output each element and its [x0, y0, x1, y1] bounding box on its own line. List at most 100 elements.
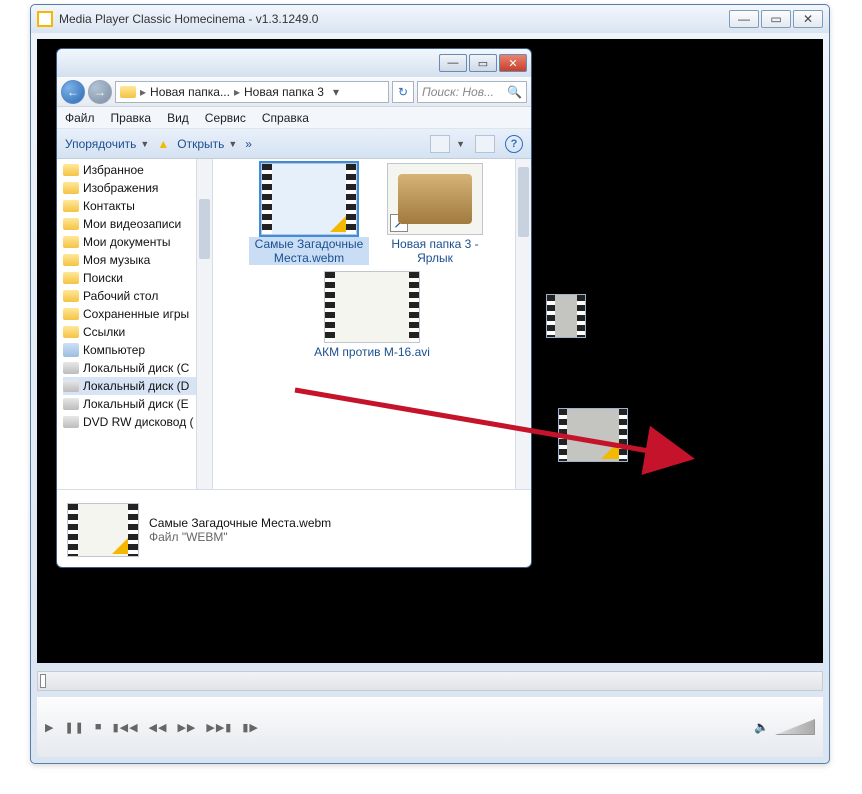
fld-icon [63, 254, 79, 266]
overlay-icon [330, 208, 354, 232]
tree-scroll-thumb[interactable] [199, 199, 210, 259]
tree-item[interactable]: Избранное [63, 161, 212, 179]
back-button[interactable]: ← [61, 80, 85, 104]
tree-item[interactable]: Поиски [63, 269, 212, 287]
tree-item-label: Контакты [83, 199, 135, 213]
mpc-controls: ▶ ❚❚ ■ ▮◀◀ ◀◀ ▶▶ ▶▶▮ ▮▶ 🔈 [37, 697, 823, 757]
tree-item[interactable]: Компьютер [63, 341, 212, 359]
explorer-menubar: Файл Правка Вид Сервис Справка [57, 107, 531, 129]
fld-icon [63, 308, 79, 320]
tree-item[interactable]: Сохраненные игры [63, 305, 212, 323]
fld-icon [63, 200, 79, 212]
items-scrollbar[interactable] [515, 159, 531, 489]
explorer-toolbar: Упорядочить ▼ ▲ Открыть ▼ » ▼ ? [57, 129, 531, 159]
preview-pane-button[interactable] [475, 135, 495, 153]
maximize-button[interactable]: ▭ [761, 10, 791, 28]
fld-icon [63, 326, 79, 338]
menu-view[interactable]: Вид [167, 111, 189, 125]
file-item[interactable]: АКМ против M-16.avi [312, 271, 432, 359]
volume-icon[interactable]: 🔈 [754, 720, 769, 734]
mpc-seekbar[interactable] [37, 671, 823, 691]
organize-button[interactable]: Упорядочить [65, 137, 136, 151]
chevron-down-icon[interactable]: ▼ [456, 139, 465, 149]
tree-item-label: Мои документы [83, 235, 170, 249]
tree-item-label: Поиски [83, 271, 123, 285]
toolbar-more[interactable]: » [245, 137, 252, 151]
menu-help[interactable]: Справка [262, 111, 309, 125]
drag-ghost-far [558, 408, 628, 462]
file-label: Новая папка 3 - Ярлык [375, 237, 495, 265]
chevron-down-icon[interactable]: ▼ [228, 139, 237, 149]
search-placeholder: Поиск: Нов... [422, 85, 494, 99]
folder-icon [120, 86, 136, 98]
explorer-titlebar[interactable]: — ▭ ✕ [57, 49, 531, 77]
tree-item[interactable]: Рабочий стол [63, 287, 212, 305]
explorer-minimize-button[interactable]: — [439, 54, 467, 72]
minimize-button[interactable]: — [729, 10, 759, 28]
items-scroll-thumb[interactable] [518, 167, 529, 237]
tree-item-label: Компьютер [83, 343, 145, 357]
tree-item[interactable]: DVD RW дисковод ( [63, 413, 212, 431]
open-button[interactable]: Открыть [177, 137, 224, 151]
tree-item[interactable]: Ссылки [63, 323, 212, 341]
tree-item-label: Изображения [83, 181, 158, 195]
drv-icon [63, 416, 79, 428]
file-thumb [324, 271, 420, 343]
help-button[interactable]: ? [505, 135, 523, 153]
file-thumb: ↗ [387, 163, 483, 235]
view-mode-button[interactable] [430, 135, 450, 153]
prev-button[interactable]: ▮◀◀ [113, 721, 139, 734]
rewind-button[interactable]: ◀◀ [149, 721, 168, 734]
tree-scrollbar[interactable] [196, 159, 212, 489]
shortcut-arrow-icon: ↗ [390, 214, 408, 232]
pause-button[interactable]: ❚❚ [64, 721, 84, 734]
step-button[interactable]: ▮▶ [242, 721, 259, 734]
crumb-sep: ▸ [234, 85, 240, 99]
play-button[interactable]: ▶ [45, 721, 54, 734]
file-item[interactable]: Самые Загадочные Места.webm [249, 163, 369, 265]
next-button[interactable]: ▶▶▮ [206, 721, 232, 734]
search-icon[interactable]: 🔍 [507, 85, 522, 99]
volume-slider[interactable] [775, 719, 815, 735]
tree-item[interactable]: Локальный диск (E [63, 395, 212, 413]
close-button[interactable]: ✕ [793, 10, 823, 28]
open-icon: ▲ [157, 137, 169, 151]
explorer-window: — ▭ ✕ ← → ▸ Новая папка... ▸ Новая папка… [56, 48, 532, 568]
details-pane: Самые Загадочные Места.webm Файл "WEBM" [57, 489, 531, 569]
drv-icon [63, 362, 79, 374]
breadcrumb-2[interactable]: Новая папка 3 [244, 85, 324, 99]
stop-button[interactable]: ■ [95, 721, 103, 733]
menu-edit[interactable]: Правка [111, 111, 152, 125]
forward-button[interactable]: ▶▶ [177, 721, 196, 734]
forward-button[interactable]: → [88, 80, 112, 104]
tree-item-label: Избранное [83, 163, 144, 177]
address-dropdown[interactable]: ▾ [328, 85, 344, 99]
tree-item[interactable]: Мои видеозаписи [63, 215, 212, 233]
breadcrumb-1[interactable]: Новая папка... [150, 85, 230, 99]
search-input[interactable]: Поиск: Нов... 🔍 [417, 81, 527, 103]
file-label: АКМ против M-16.avi [312, 345, 432, 359]
tree-item[interactable]: Контакты [63, 197, 212, 215]
menu-tools[interactable]: Сервис [205, 111, 246, 125]
overlay-icon [601, 435, 625, 459]
refresh-button[interactable]: ↻ [392, 81, 414, 103]
tree-item[interactable]: Моя музыка [63, 251, 212, 269]
file-item[interactable]: ↗ Новая папка 3 - Ярлык [375, 163, 495, 265]
tree-item[interactable]: Локальный диск (D [63, 377, 212, 395]
drv-icon [63, 380, 79, 392]
tree-item[interactable]: Изображения [63, 179, 212, 197]
tree-item[interactable]: Локальный диск (C [63, 359, 212, 377]
drv-icon [63, 398, 79, 410]
comp-icon [63, 343, 79, 357]
explorer-maximize-button[interactable]: ▭ [469, 54, 497, 72]
items-pane[interactable]: Самые Загадочные Места.webm ↗ Новая папка … [213, 159, 531, 489]
mpc-titlebar[interactable]: Media Player Classic Homecinema - v1.3.1… [31, 5, 829, 33]
menu-file[interactable]: Файл [65, 111, 95, 125]
explorer-close-button[interactable]: ✕ [499, 54, 527, 72]
fld-icon [63, 164, 79, 176]
seek-handle[interactable] [40, 674, 46, 688]
chevron-down-icon[interactable]: ▼ [140, 139, 149, 149]
address-bar[interactable]: ▸ Новая папка... ▸ Новая папка 3 ▾ [115, 81, 389, 103]
tree-item[interactable]: Мои документы [63, 233, 212, 251]
tree-item-label: Локальный диск (D [83, 379, 189, 393]
